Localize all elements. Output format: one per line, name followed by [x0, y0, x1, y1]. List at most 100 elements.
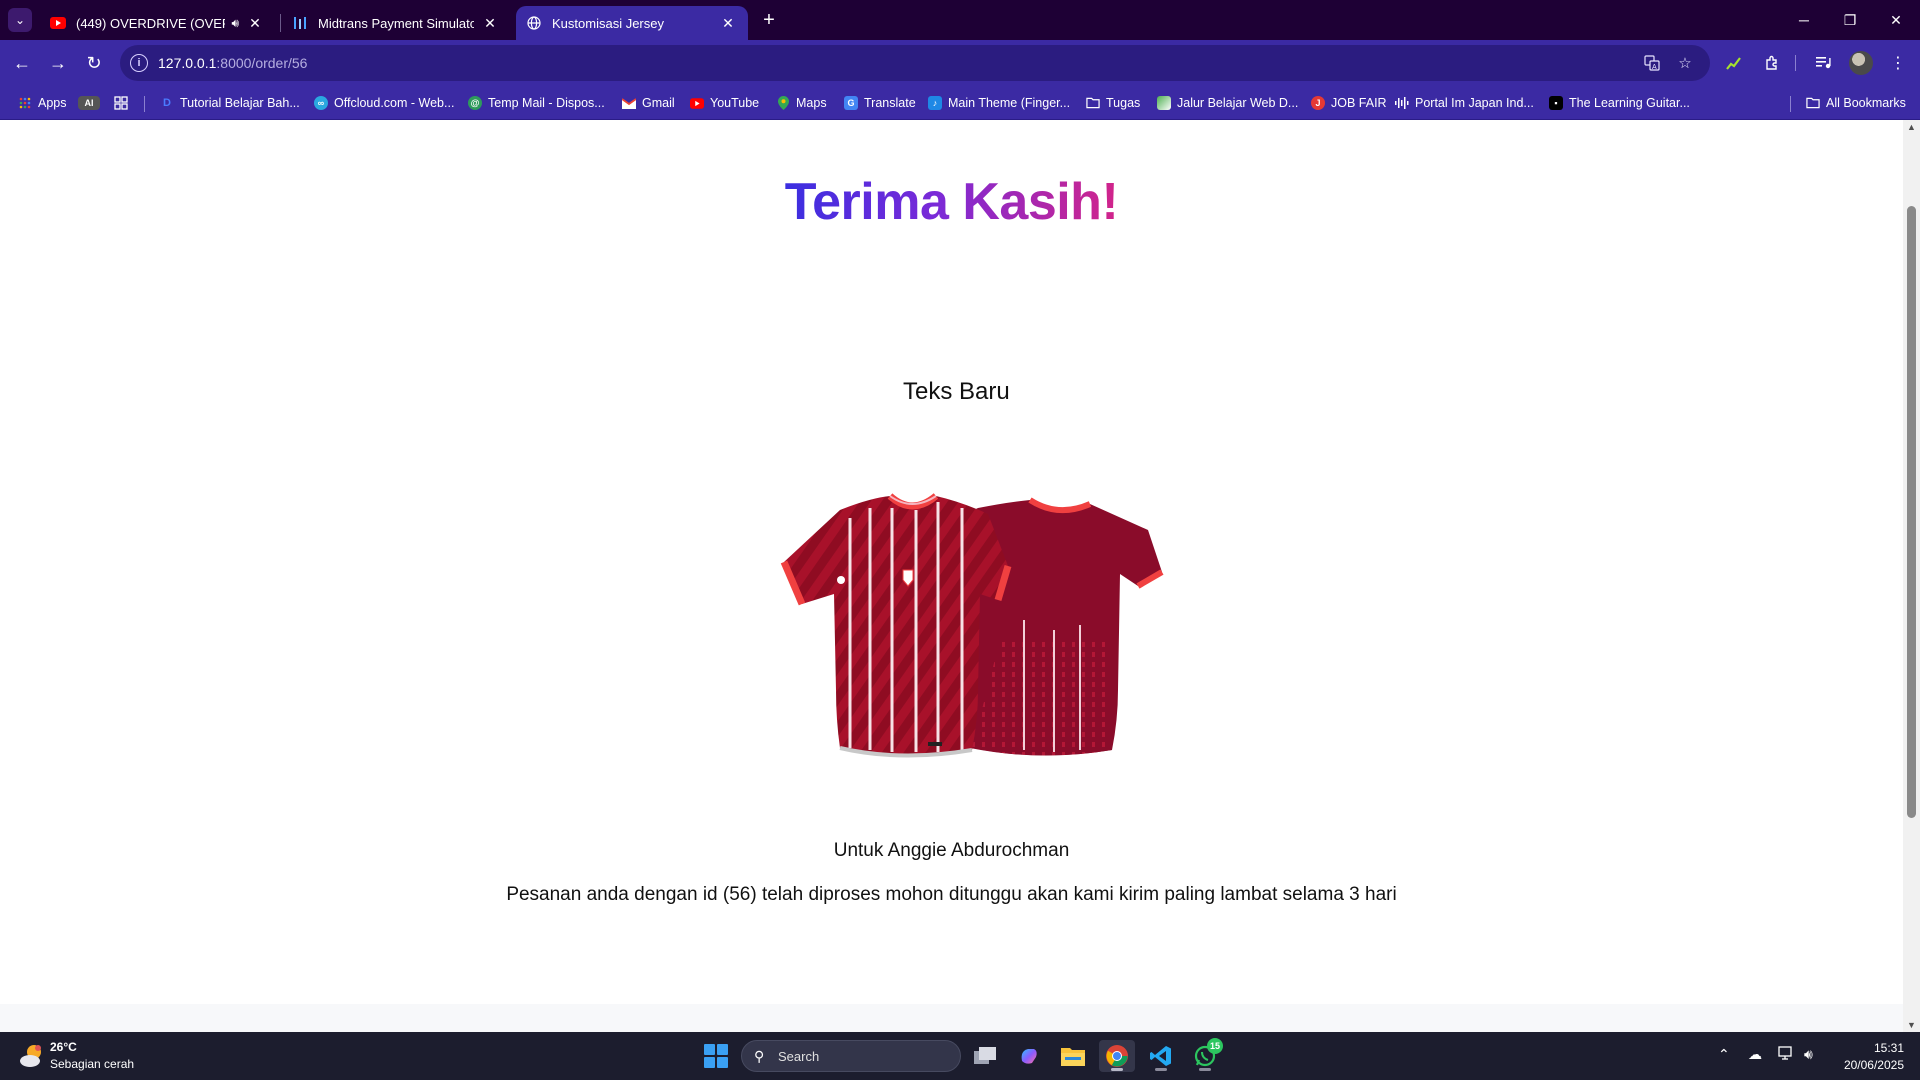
weather-sun-cloud-icon[interactable] [18, 1042, 46, 1070]
order-message: Pesanan anda dengan id (56) telah dipros… [506, 884, 1397, 905]
profile-avatar[interactable] [1849, 51, 1873, 75]
jersey-front [780, 493, 1012, 758]
show-hidden-icons-chevron-icon[interactable]: ⌃ [1718, 1046, 1730, 1063]
url-path: :8000/order/56 [216, 55, 308, 71]
bookmark-star-icon[interactable]: ☆ [1675, 53, 1695, 73]
clock-time[interactable]: 15:31 [1874, 1041, 1904, 1055]
scrollbar-thumb[interactable] [1907, 206, 1916, 818]
bookmark-maps[interactable]: Maps [776, 92, 827, 114]
copilot-icon[interactable] [1011, 1040, 1047, 1072]
bookmark-label: Jalur Belajar Web D... [1177, 96, 1299, 110]
new-tab-button[interactable]: + [757, 8, 781, 32]
bookmark-label: Gmail [642, 96, 675, 110]
bookmark-tutorial-belajar[interactable]: D Tutorial Belajar Bah... [160, 92, 300, 114]
translate-icon: G [844, 96, 858, 110]
weather-temperature[interactable]: 26°C [50, 1040, 77, 1054]
guitar-icon: ▪ [1549, 96, 1563, 110]
restore-icon[interactable]: ❐ [1827, 0, 1873, 40]
page-title-text: Terima Kasih! [784, 173, 1119, 231]
midtrans-icon [292, 15, 308, 31]
tab-youtube[interactable]: (449) OVERDRIVE (OVERDRI 🔊︎ ✕ [40, 6, 275, 40]
music-icon: ♪ [928, 96, 942, 110]
back-arrow-icon[interactable]: ← [8, 49, 36, 77]
bookmark-label: Maps [796, 96, 827, 110]
toolbar-separator [1795, 55, 1796, 71]
address-bar[interactable]: i 127.0.0.1:8000/order/56 A ☆ [120, 45, 1710, 81]
bookmark-label: Offcloud.com - Web... [334, 96, 455, 110]
all-bookmarks-button[interactable]: All Bookmarks [1806, 92, 1906, 114]
ai-icon: AI [78, 96, 100, 110]
chrome-icon[interactable] [1099, 1040, 1135, 1072]
offcloud-icon: ∞ [314, 96, 328, 110]
bookmark-main-theme[interactable]: ♪ Main Theme (Finger... [928, 92, 1070, 114]
page-scrollbar[interactable]: ▲ ▼ [1903, 120, 1920, 1032]
url-host: 127.0.0.1 [158, 55, 217, 71]
bookmark-portal-im-japan[interactable]: Portal Im Japan Ind... [1395, 92, 1534, 114]
search-label: Search [778, 1049, 820, 1064]
bookmark-label: The Learning Guitar... [1569, 96, 1690, 110]
recipient-text: Untuk Anggie Abdurochman [833, 840, 1070, 861]
onedrive-cloud-icon[interactable]: ☁ [1748, 1046, 1762, 1063]
extensions-puzzle-icon[interactable] [1760, 51, 1784, 75]
tab-kustomisasi-jersey[interactable]: Kustomisasi Jersey ✕ [516, 6, 748, 40]
forward-arrow-icon[interactable]: → [44, 49, 72, 77]
portal-icon [1395, 96, 1409, 110]
bookmark-tugas[interactable]: Tugas [1086, 92, 1140, 114]
youtube-icon [50, 15, 66, 31]
all-bookmarks-label: All Bookmarks [1826, 96, 1906, 110]
bookmark-jalur-belajar[interactable]: Jalur Belajar Web D... [1157, 92, 1298, 114]
scroll-down-arrow-icon[interactable]: ▼ [1907, 1020, 1916, 1030]
globe-icon [526, 15, 542, 31]
brand-logo-icon [837, 576, 845, 584]
weather-description[interactable]: Sebagian cerah [50, 1057, 134, 1071]
vscode-icon[interactable] [1143, 1040, 1179, 1072]
extension-chart-icon[interactable] [1722, 51, 1746, 75]
bookmark-offcloud[interactable]: ∞ Offcloud.com - Web... [314, 92, 454, 114]
bookmark-translate[interactable]: G Translate [844, 92, 916, 114]
file-explorer-icon[interactable] [1055, 1040, 1091, 1072]
taskbar-search[interactable]: ⚲ Search [741, 1040, 961, 1072]
youtube-icon [690, 96, 704, 110]
speaker-icon[interactable]: 🔊︎ [231, 16, 239, 31]
bookmark-ai[interactable]: AI [78, 92, 106, 114]
whatsapp-icon[interactable]: 15 [1187, 1038, 1223, 1072]
browser-menu-icon[interactable]: ⋮ [1886, 51, 1910, 75]
bookmark-label: Translate [864, 96, 916, 110]
bookmark-youtube[interactable]: YouTube [690, 92, 759, 114]
tab-title: (449) OVERDRIVE (OVERDRI [76, 15, 225, 31]
minimize-icon[interactable]: ─ [1781, 0, 1827, 40]
close-tab-icon[interactable]: ✕ [718, 15, 738, 32]
url-text[interactable]: 127.0.0.1:8000/order/56 [158, 55, 307, 71]
bookmark-gmail[interactable]: Gmail [622, 92, 675, 114]
close-tab-icon[interactable]: ✕ [480, 15, 500, 32]
tempmail-icon: @ [468, 96, 482, 110]
windows-start-icon[interactable] [704, 1044, 728, 1068]
translate-page-icon[interactable]: A [1642, 53, 1662, 73]
tab-midtrans[interactable]: Midtrans Payment Simulator ✕ [282, 6, 510, 40]
task-view-icon[interactable] [967, 1040, 1003, 1072]
volume-icon[interactable]: 🔊︎ [1804, 1046, 1813, 1063]
bookmark-grid[interactable] [114, 92, 134, 114]
close-window-icon[interactable]: ✕ [1873, 0, 1919, 40]
jersey-image [780, 493, 1164, 758]
bookmark-learning-guitar[interactable]: ▪ The Learning Guitar... [1549, 92, 1690, 114]
gmail-icon [622, 96, 636, 110]
scroll-up-arrow-icon[interactable]: ▲ [1907, 122, 1916, 132]
bookmark-apps[interactable]: Apps [18, 92, 67, 114]
tab-search-chevron-icon[interactable]: ⌄ [8, 8, 32, 32]
windows-taskbar: 26°C Sebagian cerah ⚲ Search 15 ⌃ ☁ 🔊︎ 1… [0, 1032, 1920, 1080]
bookmark-temp-mail[interactable]: @ Temp Mail - Dispos... [468, 92, 605, 114]
bookmark-job-fair[interactable]: J JOB FAIR [1311, 92, 1387, 114]
apps-grid-icon [18, 96, 32, 110]
search-icon: ⚲ [754, 1048, 765, 1064]
close-tab-icon[interactable]: ✕ [245, 15, 265, 32]
media-control-icon[interactable] [1812, 51, 1836, 75]
bookmark-label: Temp Mail - Dispos... [488, 96, 605, 110]
clock-date[interactable]: 20/06/2025 [1844, 1058, 1904, 1072]
site-info-icon[interactable]: i [130, 54, 148, 72]
bookmark-label: Tugas [1106, 96, 1141, 110]
network-icon[interactable] [1778, 1046, 1794, 1063]
folder-icon [1806, 96, 1820, 110]
jersey-preview [740, 390, 1165, 810]
reload-icon[interactable]: ↻ [80, 49, 108, 77]
